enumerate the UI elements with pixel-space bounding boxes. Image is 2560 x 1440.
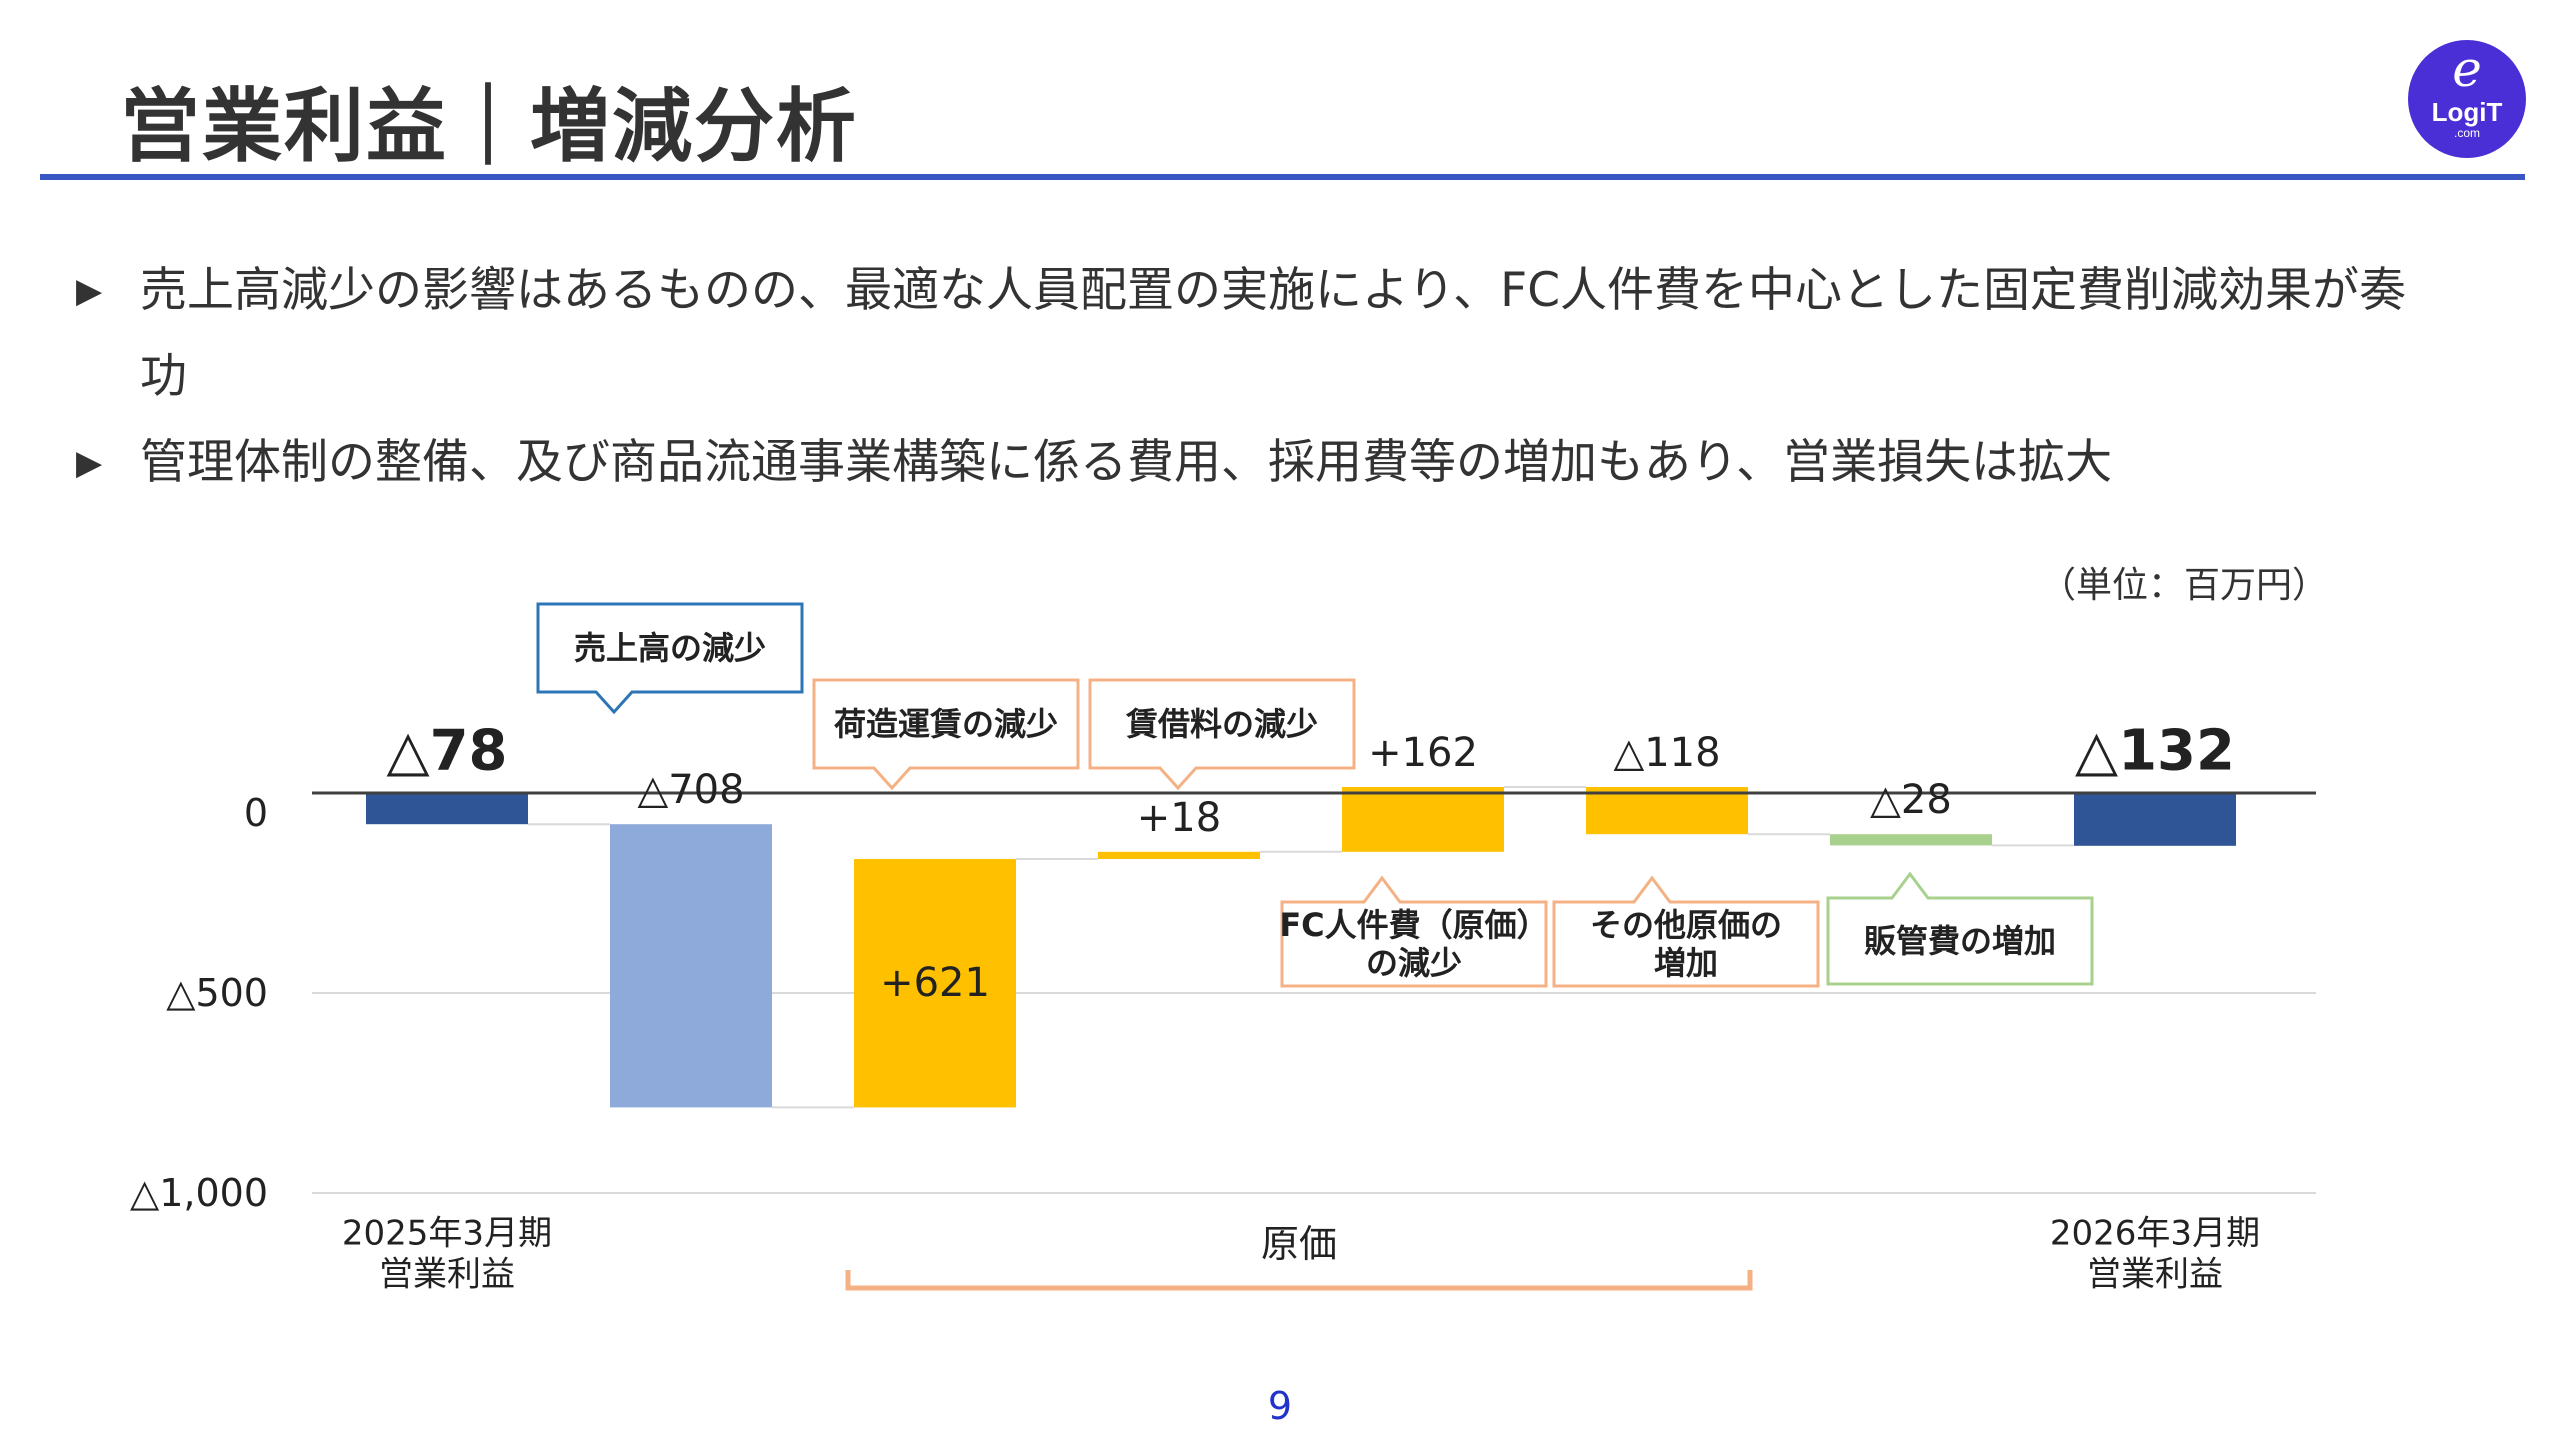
group-bracket bbox=[845, 1270, 1753, 1291]
data-label: △132 bbox=[2075, 719, 2235, 784]
callout-label: 増加 bbox=[1654, 944, 1718, 982]
callout-label: 販管費の増加 bbox=[1864, 922, 2056, 960]
callout-label: FC人件費（原価） bbox=[1279, 906, 1548, 944]
data-label: △708 bbox=[637, 767, 744, 813]
data-label: △118 bbox=[1613, 730, 1720, 776]
waterfall-bar bbox=[1830, 834, 1992, 846]
callout-label: その他原価の bbox=[1590, 906, 1782, 944]
callout-label: 売上高の減少 bbox=[574, 629, 766, 667]
y-tick-label: △1,000 bbox=[130, 1171, 268, 1215]
x-category-label: 営業利益 bbox=[379, 1254, 515, 1294]
waterfall-bar bbox=[366, 793, 528, 825]
callout-label: 賃借料の減少 bbox=[1125, 705, 1318, 743]
group-bracket-label: 原価 bbox=[1261, 1222, 1337, 1266]
x-category-label: 2026年3月期 bbox=[2050, 1214, 2260, 1254]
data-label: △78 bbox=[387, 719, 508, 784]
waterfall-chart: 0 △500 △1,000 △78 △708 +621 +18 +162 △118 △28 △132… bbox=[130, 602, 2316, 1294]
y-tick-label: 0 bbox=[244, 791, 268, 835]
page-number: 9 bbox=[1267, 1384, 1293, 1428]
callout-label: 荷造運賃の減少 bbox=[834, 705, 1058, 743]
callout-label: の減少 bbox=[1366, 944, 1462, 982]
waterfall-bar bbox=[1098, 851, 1260, 859]
x-category-label: 2025年3月期 bbox=[342, 1214, 552, 1254]
waterfall-bar bbox=[2074, 793, 2236, 846]
data-label: +18 bbox=[1137, 795, 1221, 841]
waterfall-bar bbox=[1342, 787, 1504, 852]
data-label: △28 bbox=[1870, 777, 1952, 823]
y-tick-label: △500 bbox=[166, 971, 268, 1015]
x-category-label: 営業利益 bbox=[2087, 1254, 2223, 1294]
data-label: +621 bbox=[880, 960, 990, 1006]
waterfall-bar bbox=[610, 824, 772, 1108]
data-label: +162 bbox=[1368, 730, 1478, 776]
